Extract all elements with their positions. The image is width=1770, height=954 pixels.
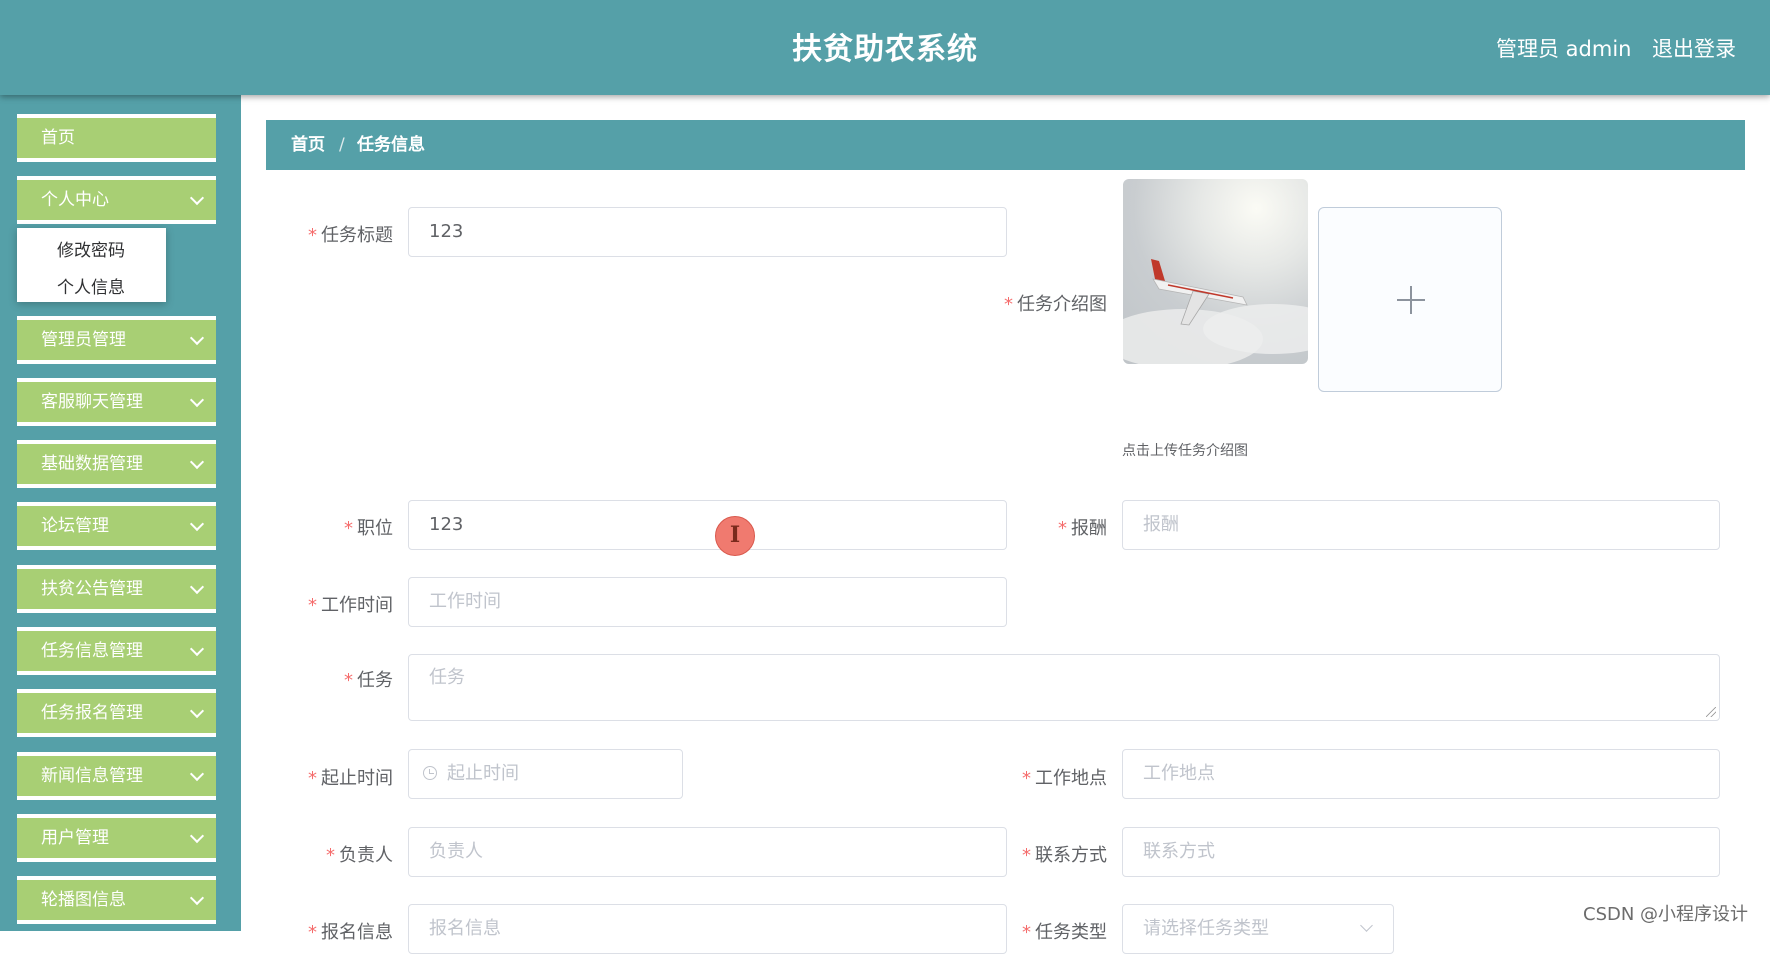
enroll-label: * 报名信息 [308,922,393,943]
sidebar-item-basic-data[interactable]: 基础数据管理 [17,440,216,488]
task-title-input[interactable]: 123 [408,207,1007,257]
task-textarea[interactable]: 任务 [408,654,1720,721]
text-cursor-icon: I [715,516,755,556]
sidebar-item-label: 用户管理 [41,828,109,848]
task-type-select[interactable]: 请选择任务类型 [1122,904,1394,954]
required-mark: * [326,845,335,866]
location-input[interactable]: 工作地点 [1122,749,1720,799]
submenu-item-change-password[interactable]: 修改密码 [57,236,125,261]
chevron-down-icon [189,454,205,470]
breadcrumb-current: 任务信息 [357,135,425,155]
task-type-label: * 任务类型 [1022,922,1107,943]
required-mark: * [1022,845,1031,866]
sidebar-item-label: 基础数据管理 [41,454,143,474]
chevron-down-icon [189,703,205,719]
salary-label: * 报酬 [1058,518,1107,539]
sidebar-item-carousel[interactable]: 轮播图信息 [17,876,216,924]
sidebar-item-news[interactable]: 新闻信息管理 [17,752,216,800]
sidebar-item-label: 首页 [41,128,75,148]
breadcrumb-home[interactable]: 首页 [291,120,325,170]
sidebar-item-label: 个人中心 [41,190,109,210]
required-mark: * [308,768,317,789]
task-title-label: * 任务标题 [308,225,393,246]
required-mark: * [1058,518,1067,539]
sidebar-item-label: 扶贫公告管理 [41,579,143,599]
sidebar-item-label: 客服聊天管理 [41,392,143,412]
required-mark: * [308,595,317,616]
required-mark: * [308,922,317,943]
chevron-down-icon [189,828,205,844]
task-placeholder: 任务 [429,667,465,688]
sidebar-item-label: 论坛管理 [41,516,109,536]
required-mark: * [1022,768,1031,789]
chevron-down-icon [1360,919,1373,932]
position-input[interactable]: 123 [408,500,1007,550]
location-label: * 工作地点 [1022,768,1107,789]
resize-handle-icon[interactable] [1706,707,1716,717]
task-image-thumbnail[interactable] [1123,179,1308,364]
person-input[interactable]: 负责人 [408,827,1007,877]
image-upload-button[interactable] [1318,207,1502,392]
date-range-placeholder: 起止时间 [447,763,519,784]
chevron-down-icon [189,579,205,595]
sidebar-item-forum[interactable]: 论坛管理 [17,502,216,550]
submenu-item-personal-info[interactable]: 个人信息 [57,273,125,298]
position-label: * 职位 [344,518,393,539]
date-range-picker[interactable]: 起止时间 [408,749,683,799]
enroll-input[interactable]: 报名信息 [408,904,1007,954]
person-label: * 负责人 [326,845,393,866]
salary-input[interactable]: 报酬 [1122,500,1720,550]
sidebar-item-task-enroll[interactable]: 任务报名管理 [17,689,216,737]
top-header: 扶贫助农系统 管理员 admin 退出登录 [0,0,1770,95]
clock-icon [423,766,437,780]
plus-icon-vertical [1410,286,1412,314]
contact-input[interactable]: 联系方式 [1122,827,1720,877]
sidebar-item-label: 管理员管理 [41,330,126,350]
chevron-down-icon [189,392,205,408]
required-mark: * [1004,294,1013,315]
sidebar-item-label: 任务信息管理 [41,641,143,661]
airplane-image [1123,259,1308,364]
chevron-down-icon [189,641,205,657]
sidebar-item-chat-management[interactable]: 客服聊天管理 [17,378,216,426]
sidebar-item-label: 新闻信息管理 [41,766,143,786]
breadcrumb-separator: / [339,135,345,155]
task-image-label: * 任务介绍图 [1004,294,1107,315]
sidebar-item-announcements[interactable]: 扶贫公告管理 [17,565,216,613]
sidebar-item-users[interactable]: 用户管理 [17,814,216,862]
task-label: * 任务 [344,670,393,691]
breadcrumb: 首页 / 任务信息 [266,120,1745,170]
admin-username: 管理员 admin [1496,37,1632,61]
required-mark: * [344,518,353,539]
task-type-placeholder: 请选择任务类型 [1143,918,1269,939]
sidebar-item-task-info[interactable]: 任务信息管理 [17,627,216,675]
logout-link[interactable]: 退出登录 [1652,33,1736,63]
chevron-down-icon [189,190,205,206]
required-mark: * [344,670,353,691]
date-range-label: * 起止时间 [308,768,393,789]
work-time-label: * 工作时间 [308,595,393,616]
sidebar-item-admin-management[interactable]: 管理员管理 [17,316,216,364]
watermark: CSDN @小程序设计 [1583,904,1749,925]
contact-label: * 联系方式 [1022,845,1107,866]
sidebar-item-label: 任务报名管理 [41,703,143,723]
sidebar-item-label: 轮播图信息 [41,890,126,910]
required-mark: * [308,225,317,246]
work-time-input[interactable]: 工作时间 [408,577,1007,627]
personal-center-submenu: 修改密码 个人信息 [17,228,166,302]
upload-hint: 点击上传任务介绍图 [1122,443,1248,459]
required-mark: * [1022,922,1031,943]
sidebar-item-personal-center[interactable]: 个人中心 [17,176,216,224]
chevron-down-icon [189,890,205,906]
chevron-down-icon [189,330,205,346]
chevron-down-icon [189,766,205,782]
sidebar-item-home[interactable]: 首页 [17,114,216,162]
chevron-down-icon [189,516,205,532]
